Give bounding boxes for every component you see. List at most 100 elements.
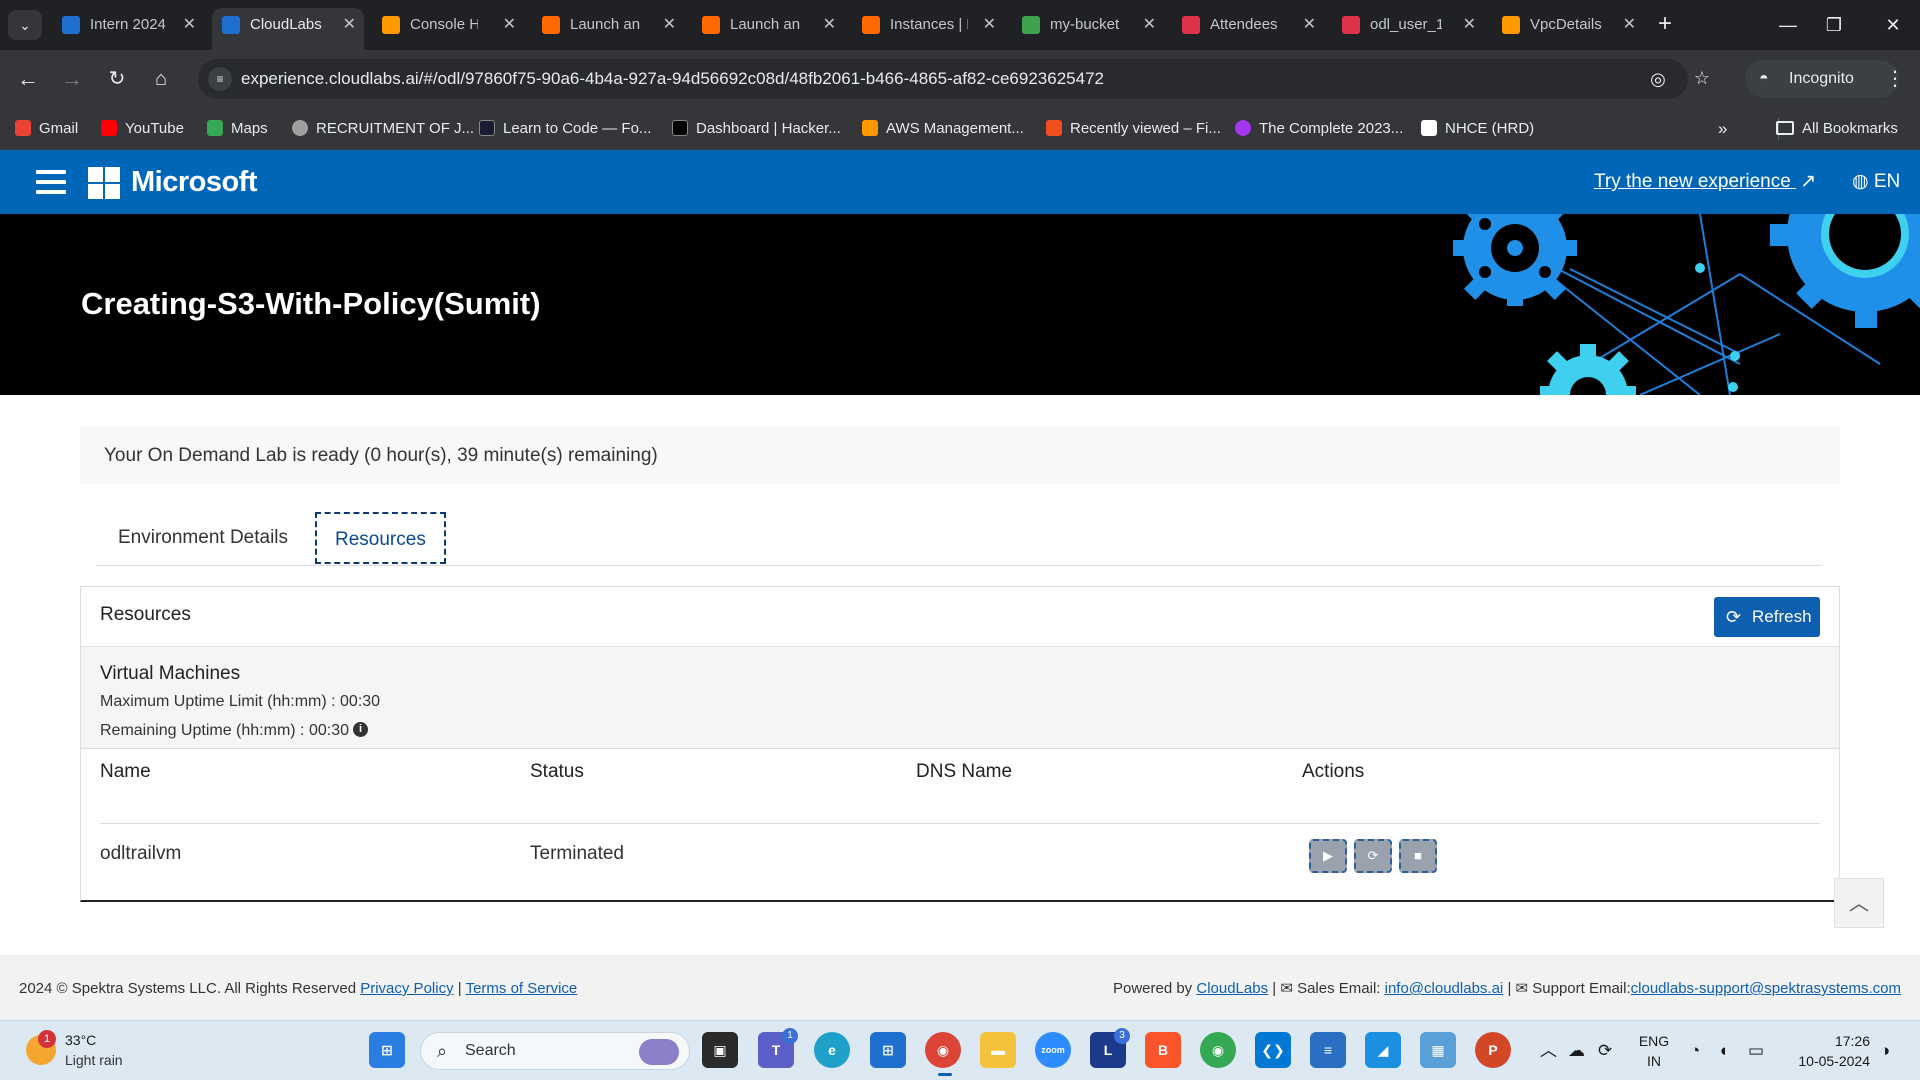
browser-tab[interactable]: Instances | EC2 ✕ bbox=[852, 8, 1004, 42]
restart-vm-button[interactable]: ⟳ bbox=[1354, 839, 1392, 873]
lab-banner: Creating-S3-With-Policy(Sumit) bbox=[0, 214, 1920, 395]
edge-icon[interactable]: e bbox=[814, 1032, 850, 1068]
taskbar-search[interactable]: ⌕ Search bbox=[420, 1032, 690, 1070]
file-explorer-icon[interactable]: ▬ bbox=[980, 1032, 1016, 1068]
forward-button[interactable]: → bbox=[56, 63, 88, 95]
chevron-up-icon: ︿ bbox=[1849, 893, 1869, 915]
bookmark-recruitment[interactable]: RECRUITMENT OF J... bbox=[292, 108, 474, 150]
nhce-icon bbox=[1421, 119, 1437, 136]
tab-environment-details[interactable]: Environment Details bbox=[118, 512, 288, 564]
zoom-icon[interactable]: zoom bbox=[1035, 1032, 1071, 1068]
restore-button[interactable]: ❐ bbox=[1811, 8, 1857, 42]
bookmark-gmail[interactable]: Gmail bbox=[15, 108, 78, 150]
volume-icon[interactable]: ◖ bbox=[1718, 1021, 1728, 1080]
privacy-policy-link[interactable]: Privacy Policy bbox=[360, 980, 453, 997]
browser-tab[interactable]: Console Home ✕ bbox=[372, 8, 524, 42]
browser-tab[interactable]: Attendees ✕ bbox=[1172, 8, 1324, 42]
tab-close-icon[interactable]: ✕ bbox=[183, 8, 196, 42]
hamburger-menu-icon[interactable] bbox=[36, 170, 66, 194]
onedrive-icon[interactable]: ☁ bbox=[1568, 1021, 1585, 1080]
tab-close-icon[interactable]: ✕ bbox=[823, 8, 836, 42]
browser-tab-active[interactable]: CloudLabs ✕ bbox=[212, 8, 364, 50]
tab-close-icon[interactable]: ✕ bbox=[343, 8, 356, 42]
footer-right: Powered by CloudLabs | ✉ Sales Email: in… bbox=[1113, 955, 1901, 1023]
tab-close-icon[interactable]: ✕ bbox=[1303, 8, 1316, 42]
support-email-link[interactable]: cloudlabs-support@spektrasystems.com bbox=[1631, 980, 1901, 997]
tab-favicon-icon bbox=[222, 16, 240, 34]
refresh-button[interactable]: ⟳ Refresh bbox=[1714, 597, 1820, 637]
bookmark-udemy[interactable]: The Complete 2023... bbox=[1235, 108, 1403, 150]
notepad-icon[interactable]: ≡ bbox=[1310, 1032, 1346, 1068]
tab-search-button[interactable]: ⌄ bbox=[8, 10, 42, 40]
bookmark-hackerrank[interactable]: Dashboard | Hacker... bbox=[672, 108, 841, 150]
bookmark-nhce[interactable]: NHCE (HRD) bbox=[1421, 108, 1534, 150]
incognito-icon: ◓ bbox=[1759, 70, 1769, 87]
browser-tab[interactable]: Intern 2024 ✕ bbox=[52, 8, 204, 42]
browser-tab[interactable]: VpcDetails ✕ bbox=[1492, 8, 1644, 42]
bookmarks-overflow-icon[interactable]: » bbox=[1718, 108, 1727, 150]
vscode-icon[interactable]: ❮❯ bbox=[1255, 1032, 1291, 1068]
tab-close-icon[interactable]: ✕ bbox=[983, 8, 996, 42]
weather-temperature[interactable]: 33°C bbox=[65, 1032, 96, 1048]
close-window-button[interactable]: ✕ bbox=[1870, 8, 1916, 42]
address-bar[interactable]: ≡ experience.cloudlabs.ai/#/odl/97860f75… bbox=[198, 59, 1710, 99]
new-tab-button[interactable]: + bbox=[1651, 10, 1679, 38]
microsoft-store-icon[interactable]: ⊞ bbox=[870, 1032, 906, 1068]
all-bookmarks[interactable]: All Bookmarks bbox=[1776, 108, 1898, 150]
brave-icon[interactable]: B bbox=[1145, 1032, 1181, 1068]
input-language-indicator[interactable]: ENG IN bbox=[1636, 1031, 1672, 1071]
browser-menu-icon[interactable]: ⋮ bbox=[1880, 63, 1910, 95]
tracking-protection-icon[interactable]: ◎ bbox=[1646, 67, 1670, 91]
home-button[interactable]: ⌂ bbox=[145, 63, 177, 95]
powerpoint-icon[interactable]: P bbox=[1475, 1032, 1511, 1068]
sales-email-link[interactable]: info@cloudlabs.ai bbox=[1385, 980, 1504, 997]
photos-icon[interactable]: ◢ bbox=[1365, 1032, 1401, 1068]
scroll-to-top-button[interactable]: ︿ bbox=[1834, 878, 1884, 928]
try-new-experience-link[interactable]: Try the new experience ↗ bbox=[1594, 150, 1816, 214]
chrome-profile-icon[interactable]: ◉ bbox=[1200, 1032, 1236, 1068]
site-footer: 2024 © Spektra Systems LLC. All Rights R… bbox=[0, 955, 1920, 1020]
language-selector[interactable]: ◍ EN bbox=[1852, 150, 1900, 214]
cloudlabs-link[interactable]: CloudLabs bbox=[1196, 980, 1268, 997]
tab-close-icon[interactable]: ✕ bbox=[1463, 8, 1476, 42]
l-app-badge: 3 bbox=[1114, 1028, 1130, 1044]
back-button[interactable]: ← bbox=[12, 63, 44, 95]
weather-condition[interactable]: Light rain bbox=[65, 1052, 123, 1068]
info-icon[interactable]: i bbox=[352, 722, 368, 738]
chrome-icon[interactable]: ◉ bbox=[925, 1032, 961, 1068]
browser-tab[interactable]: Launch an instance ✕ bbox=[532, 8, 684, 42]
tray-overflow-icon[interactable]: ︿ bbox=[1540, 1021, 1557, 1080]
bookmark-figma[interactable]: Recently viewed – Fi... bbox=[1046, 108, 1221, 150]
snipping-tool-icon[interactable]: ▦ bbox=[1420, 1032, 1456, 1068]
bookmark-freecodecamp[interactable]: Learn to Code — Fo... bbox=[479, 108, 651, 150]
stop-vm-button[interactable]: ■ bbox=[1399, 839, 1437, 873]
bookmark-maps[interactable]: Maps bbox=[207, 108, 268, 150]
battery-icon[interactable]: ▭ bbox=[1748, 1021, 1764, 1080]
notifications-icon[interactable]: ◑ bbox=[1880, 1021, 1890, 1080]
sync-icon[interactable]: ⟳ bbox=[1598, 1021, 1612, 1080]
tab-close-icon[interactable]: ✕ bbox=[1143, 8, 1156, 42]
browser-tab[interactable]: my-bucket ✕ bbox=[1012, 8, 1164, 42]
start-menu-icon[interactable]: ⊞ bbox=[369, 1032, 405, 1068]
bookmark-aws[interactable]: AWS Management... bbox=[862, 108, 1024, 150]
bookmark-star-icon[interactable]: ☆ bbox=[1690, 66, 1714, 90]
bookmark-youtube[interactable]: YouTube bbox=[101, 108, 184, 150]
tab-label: Instances | EC2 bbox=[890, 16, 968, 33]
site-info-icon[interactable]: ≡ bbox=[208, 67, 232, 91]
tab-label: my-bucket bbox=[1050, 16, 1120, 33]
url-text[interactable]: experience.cloudlabs.ai/#/odl/97860f75-9… bbox=[241, 59, 1104, 99]
tab-close-icon[interactable]: ✕ bbox=[663, 8, 676, 42]
system-clock[interactable]: 17:26 10-05-2024 bbox=[1790, 1031, 1870, 1071]
start-vm-button[interactable]: ▶ bbox=[1309, 839, 1347, 873]
tab-close-icon[interactable]: ✕ bbox=[503, 8, 516, 42]
browser-tab[interactable]: Launch an instance ✕ bbox=[692, 8, 844, 42]
minimize-button[interactable]: — bbox=[1765, 8, 1811, 42]
browser-tab[interactable]: odl_user_1 ✕ bbox=[1332, 8, 1484, 42]
wifi-icon[interactable]: ◔ bbox=[1690, 1021, 1700, 1080]
task-view-icon[interactable]: ▣ bbox=[702, 1032, 738, 1068]
terms-of-service-link[interactable]: Terms of Service bbox=[466, 980, 578, 997]
incognito-indicator[interactable]: ◓ Incognito bbox=[1745, 60, 1899, 98]
tab-resources[interactable]: Resources bbox=[315, 512, 446, 564]
reload-button[interactable]: ↻ bbox=[101, 63, 133, 95]
tab-close-icon[interactable]: ✕ bbox=[1623, 8, 1636, 42]
